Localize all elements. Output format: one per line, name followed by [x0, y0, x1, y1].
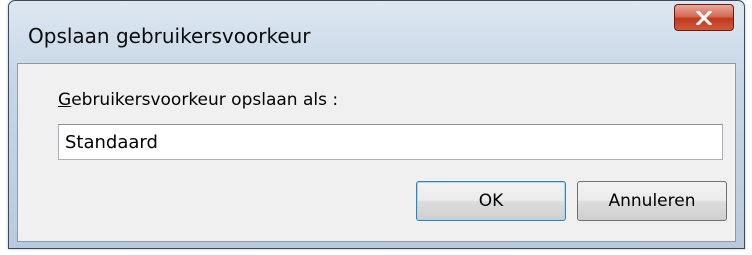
close-button[interactable] [674, 4, 734, 31]
close-icon [696, 10, 712, 25]
name-field-label: Gebruikersvoorkeur opslaan als : [58, 90, 338, 110]
ok-button[interactable]: OK [416, 181, 566, 221]
title-bar[interactable]: Opslaan gebruikersvoorkeur [9, 1, 744, 63]
dialog-body: Gebruikersvoorkeur opslaan als : OK Annu… [17, 63, 736, 242]
preference-name-input[interactable] [58, 124, 723, 160]
cancel-button[interactable]: Annuleren [577, 181, 727, 221]
dialog-title: Opslaan gebruikersvoorkeur [28, 24, 311, 48]
dialog-window: Opslaan gebruikersvoorkeur Gebruikersvoo… [8, 0, 745, 249]
label-text: ebruikersvoorkeur opslaan als : [71, 90, 339, 110]
label-accesskey: G [58, 90, 72, 110]
